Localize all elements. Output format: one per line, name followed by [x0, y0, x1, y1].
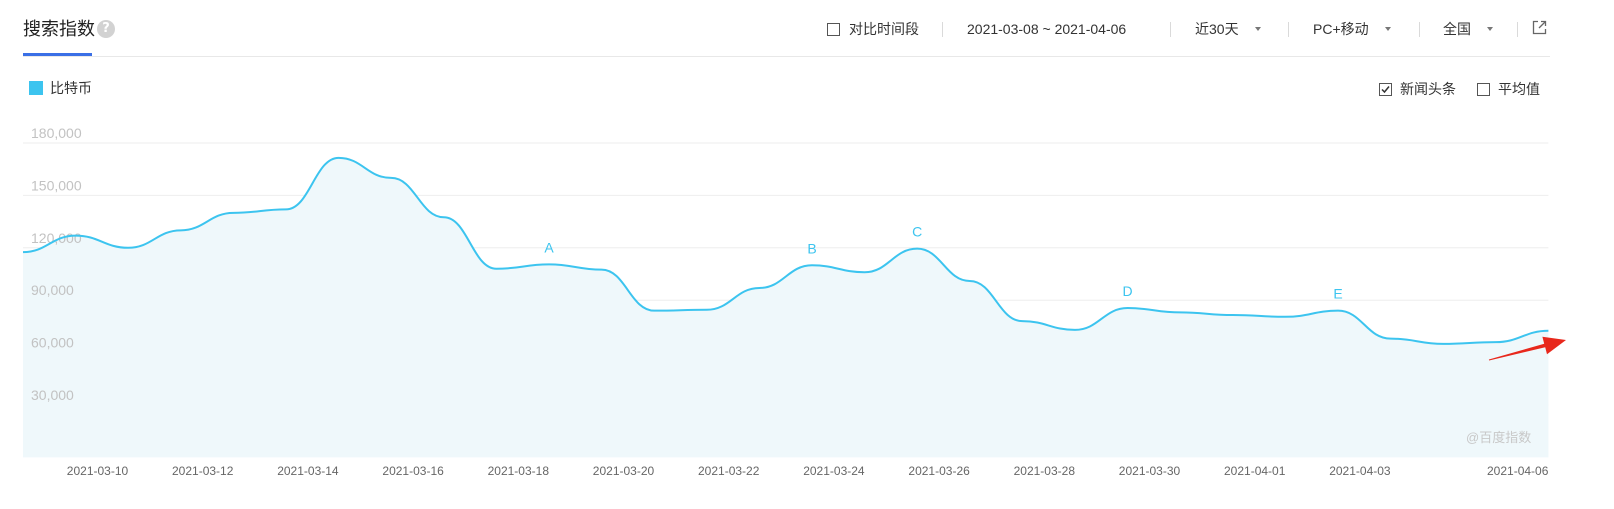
toolbar-separator	[1517, 22, 1518, 37]
data-point[interactable]	[599, 267, 605, 273]
data-point[interactable]	[178, 227, 184, 233]
y-tick-label: 180,000	[31, 125, 82, 141]
y-tick-label: 150,000	[31, 177, 82, 193]
chevron-down-icon	[1487, 27, 1493, 31]
compare-period-checkbox[interactable]	[827, 22, 840, 36]
data-point[interactable]	[1125, 305, 1131, 311]
watermark: @百度指数	[1466, 430, 1532, 445]
x-tick-label: 2021-04-01	[1224, 464, 1286, 478]
date-range-value: 2021-03-08 ~ 2021-04-06	[967, 21, 1127, 37]
device-select[interactable]: PC+移动	[1313, 20, 1391, 38]
y-tick-label: 90,000	[31, 282, 74, 298]
header-divider	[23, 56, 1550, 57]
news-marker-c[interactable]: C	[912, 224, 922, 240]
news-marker-e[interactable]: E	[1333, 286, 1342, 302]
y-tick-label: 60,000	[31, 335, 74, 351]
series-area-fill	[23, 157, 1549, 458]
data-point[interactable]	[336, 155, 342, 161]
data-point[interactable]	[1335, 308, 1341, 314]
compare-period-label: 对比时间段	[849, 21, 919, 37]
data-point[interactable]	[493, 266, 499, 272]
data-point[interactable]	[1440, 341, 1446, 347]
data-point[interactable]	[704, 307, 710, 313]
x-tick-label: 2021-03-16	[382, 464, 444, 478]
check-icon	[1381, 85, 1390, 93]
data-point[interactable]	[967, 278, 973, 284]
data-point[interactable]	[862, 269, 868, 275]
average-label: 平均值	[1498, 81, 1540, 97]
question-circle-icon[interactable]	[97, 20, 115, 38]
news-headlines-label: 新闻头条	[1400, 81, 1456, 97]
data-point[interactable]	[1230, 312, 1236, 318]
toolbar-separator	[1419, 22, 1420, 37]
region-select[interactable]: 全国	[1443, 20, 1493, 38]
chevron-down-icon	[1384, 27, 1391, 31]
x-tick-label: 2021-04-06	[1487, 464, 1549, 478]
toolbar-separator	[1288, 22, 1289, 37]
x-tick-label: 2021-03-18	[488, 464, 550, 478]
data-point[interactable]	[441, 214, 447, 220]
compare-period-toggle[interactable]: 对比时间段	[827, 20, 919, 38]
data-point[interactable]	[546, 261, 552, 267]
x-tick-label: 2021-03-12	[172, 464, 234, 478]
x-axis: 2021-03-10 2021-03-12 2021-03-14 2021-03-16…	[67, 464, 1549, 478]
y-tick-label: 30,000	[31, 387, 74, 403]
x-tick-label: 2021-03-24	[803, 464, 865, 478]
news-headlines-toggle[interactable]: 新闻头条	[1379, 80, 1456, 98]
data-point[interactable]	[73, 233, 79, 239]
data-point[interactable]	[230, 210, 236, 216]
x-tick-label: 2021-03-30	[1119, 464, 1181, 478]
region-select-value: 全国	[1443, 21, 1471, 37]
data-point[interactable]	[1282, 314, 1288, 320]
news-headlines-checkbox[interactable]	[1379, 82, 1392, 96]
date-range-picker[interactable]: 2021-03-08 ~ 2021-04-06	[967, 20, 1126, 38]
search-index-chart: 30,00060,00090,000120,000150,000180,000 …	[20, 125, 1566, 478]
data-point[interactable]	[756, 285, 762, 291]
legend-label: 比特币	[50, 80, 92, 96]
x-tick-label: 2021-03-28	[1014, 464, 1076, 478]
period-select[interactable]: 近30天	[1195, 20, 1261, 38]
x-tick-label: 2021-03-20	[593, 464, 655, 478]
data-point[interactable]	[1177, 309, 1183, 315]
legend-item-bitcoin[interactable]: 比特币	[29, 79, 92, 97]
toolbar-separator	[1170, 22, 1171, 37]
x-tick-label: 2021-03-14	[277, 464, 339, 478]
news-marker-b[interactable]: B	[807, 240, 816, 256]
news-marker-a[interactable]: A	[544, 239, 554, 255]
data-point[interactable]	[125, 245, 131, 251]
news-marker-d[interactable]: D	[1123, 283, 1133, 299]
data-point[interactable]	[1019, 318, 1025, 324]
data-point[interactable]	[283, 206, 289, 212]
data-point[interactable]	[20, 249, 26, 255]
average-toggle[interactable]: 平均值	[1477, 80, 1540, 98]
data-point[interactable]	[914, 246, 920, 252]
device-select-value: PC+移动	[1313, 21, 1369, 37]
external-link-icon[interactable]	[1531, 19, 1548, 36]
data-point[interactable]	[1388, 336, 1394, 342]
x-tick-label: 2021-03-22	[698, 464, 760, 478]
average-checkbox[interactable]	[1477, 82, 1490, 96]
x-tick-label: 2021-03-26	[908, 464, 970, 478]
x-tick-label: 2021-03-10	[67, 464, 129, 478]
data-point[interactable]	[651, 308, 657, 314]
legend-swatch	[29, 81, 43, 95]
data-point[interactable]	[388, 175, 394, 181]
toolbar-separator	[942, 22, 943, 37]
tab-search-index[interactable]: 搜索指数	[23, 16, 95, 42]
data-point[interactable]	[1493, 339, 1499, 345]
x-tick-label: 2021-04-03	[1329, 464, 1391, 478]
data-point[interactable]	[1545, 328, 1551, 334]
chevron-down-icon	[1254, 27, 1261, 31]
data-point[interactable]	[1072, 327, 1078, 333]
period-select-value: 近30天	[1195, 21, 1239, 37]
data-point[interactable]	[809, 262, 815, 268]
